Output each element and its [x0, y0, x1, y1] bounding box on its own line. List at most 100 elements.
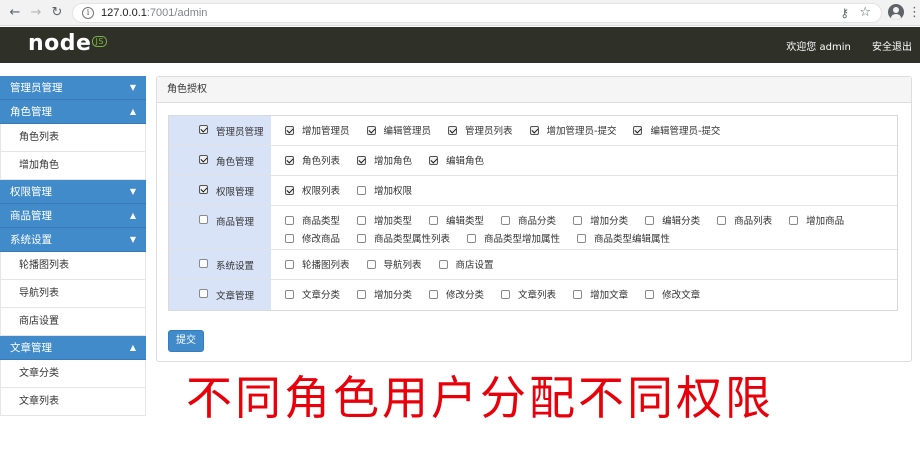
- site-info-icon[interactable]: i: [82, 7, 94, 19]
- permission-item[interactable]: 商品类型编辑属性: [577, 229, 670, 247]
- address-bar[interactable]: i 127.0.0.1:7001/admin ⚷ ☆: [72, 3, 882, 23]
- permission-category[interactable]: 权限管理: [169, 176, 271, 205]
- permission-item[interactable]: 修改商品: [285, 229, 340, 247]
- permission-item[interactable]: 商品类型属性列表: [357, 229, 450, 247]
- permission-category[interactable]: 管理员管理: [169, 116, 271, 145]
- category-checkbox[interactable]: [199, 215, 208, 224]
- sidebar-item[interactable]: 商店设置: [0, 308, 146, 336]
- permission-item[interactable]: 修改文章: [645, 285, 700, 303]
- permission-item[interactable]: 商品类型增加属性: [467, 229, 560, 247]
- permission-item[interactable]: 增加类型: [357, 211, 412, 229]
- permission-item[interactable]: 增加文章: [573, 285, 628, 303]
- sidebar-group-header[interactable]: 权限管理 ▼: [0, 180, 146, 204]
- permission-category[interactable]: 文章管理: [169, 280, 271, 310]
- permission-item[interactable]: 编辑角色: [429, 151, 484, 169]
- permission-item[interactable]: 增加管理员: [285, 121, 350, 139]
- submit-button[interactable]: 提交: [168, 330, 204, 352]
- sidebar-item[interactable]: 导航列表: [0, 280, 146, 308]
- permission-item[interactable]: 增加角色: [357, 151, 412, 169]
- permission-checkbox[interactable]: [285, 215, 294, 225]
- permission-item[interactable]: 角色列表: [285, 151, 340, 169]
- permission-item[interactable]: 增加管理员-提交: [529, 121, 616, 139]
- permission-item[interactable]: 增加商品: [789, 211, 844, 229]
- permission-checkbox[interactable]: [438, 259, 448, 269]
- permission-item[interactable]: 商品列表: [717, 211, 772, 229]
- permission-item[interactable]: 管理员列表: [448, 121, 513, 139]
- category-checkbox[interactable]: [199, 185, 208, 194]
- sidebar-item[interactable]: 文章分类: [0, 360, 146, 388]
- permission-checkbox[interactable]: [285, 185, 294, 195]
- permission-checkbox[interactable]: [357, 185, 367, 195]
- permission-checkbox[interactable]: [357, 215, 367, 225]
- permission-checkbox[interactable]: [577, 233, 587, 243]
- permission-checkbox[interactable]: [285, 233, 294, 243]
- sidebar-group-header[interactable]: 商品管理 ▲: [0, 204, 146, 228]
- permission-checkbox[interactable]: [448, 125, 458, 135]
- permission-item[interactable]: 增加权限: [357, 181, 412, 199]
- sidebar-group-header[interactable]: 管理员管理 ▼: [0, 76, 146, 100]
- key-icon[interactable]: ⚷: [840, 6, 849, 20]
- permission-item[interactable]: 编辑管理员-提交: [633, 121, 720, 139]
- permission-item[interactable]: 文章分类: [285, 285, 340, 303]
- permission-checkbox[interactable]: [429, 215, 439, 225]
- category-checkbox[interactable]: [199, 259, 208, 268]
- permission-category[interactable]: 角色管理: [169, 146, 271, 175]
- permission-checkbox[interactable]: [573, 289, 583, 299]
- permission-item[interactable]: 商品分类: [501, 211, 556, 229]
- permission-item[interactable]: 文章列表: [501, 285, 556, 303]
- category-checkbox[interactable]: [199, 289, 208, 298]
- permission-checkbox[interactable]: [645, 289, 655, 299]
- permission-item[interactable]: 权限列表: [285, 181, 340, 199]
- permission-checkbox[interactable]: [285, 125, 294, 135]
- reload-icon[interactable]: ↻: [48, 4, 66, 22]
- permission-category[interactable]: 系统设置: [169, 250, 271, 279]
- permission-item[interactable]: 导航列表: [366, 255, 422, 273]
- permission-checkbox[interactable]: [366, 125, 376, 135]
- permission-checkbox[interactable]: [285, 259, 294, 269]
- logout-link[interactable]: 安全退出: [872, 42, 912, 53]
- permission-category[interactable]: 商品管理: [169, 206, 271, 249]
- permission-item[interactable]: 轮播图列表: [285, 255, 350, 273]
- permission-checkbox[interactable]: [501, 289, 511, 299]
- node-js-logo[interactable]: node JS: [28, 31, 107, 56]
- permission-checkbox[interactable]: [467, 233, 477, 243]
- permission-checkbox[interactable]: [357, 289, 367, 299]
- permission-checkbox[interactable]: [645, 215, 655, 225]
- sidebar-group-header[interactable]: 文章管理 ▲: [0, 336, 146, 360]
- sidebar-group-header[interactable]: 角色管理 ▲: [0, 100, 146, 124]
- category-checkbox[interactable]: [199, 155, 208, 164]
- permission-item[interactable]: 编辑管理员: [366, 121, 431, 139]
- permission-item[interactable]: 修改分类: [429, 285, 484, 303]
- back-arrow-icon[interactable]: ←: [6, 4, 24, 22]
- sidebar-item[interactable]: 增加角色: [0, 152, 146, 180]
- account-icon[interactable]: [888, 4, 904, 20]
- permission-checkbox[interactable]: [429, 289, 439, 299]
- permission-checkbox[interactable]: [529, 125, 539, 135]
- permission-item[interactable]: 编辑分类: [645, 211, 700, 229]
- permission-item[interactable]: 编辑类型: [429, 211, 484, 229]
- permission-item[interactable]: 增加分类: [357, 285, 412, 303]
- sidebar-group-header[interactable]: 系统设置 ▼: [0, 228, 146, 252]
- permission-checkbox[interactable]: [501, 215, 511, 225]
- permission-checkbox[interactable]: [357, 155, 367, 165]
- sidebar-item[interactable]: 轮播图列表: [0, 252, 146, 280]
- permission-item[interactable]: 增加分类: [573, 211, 628, 229]
- permission-checkbox[interactable]: [789, 215, 799, 225]
- star-icon[interactable]: ☆: [859, 5, 871, 20]
- sidebar-item[interactable]: 角色列表: [0, 124, 146, 152]
- permission-item[interactable]: 商品类型: [285, 211, 340, 229]
- category-checkbox[interactable]: [199, 125, 208, 134]
- permission-item[interactable]: 商店设置: [438, 255, 494, 273]
- permission-checkbox[interactable]: [357, 233, 367, 243]
- url-text[interactable]: 127.0.0.1:7001/admin: [101, 7, 207, 19]
- permission-checkbox[interactable]: [429, 155, 439, 165]
- permission-checkbox[interactable]: [573, 215, 583, 225]
- kebab-menu-icon[interactable]: ⋮: [908, 4, 920, 22]
- permission-checkbox[interactable]: [285, 289, 294, 299]
- permission-checkbox[interactable]: [285, 155, 294, 165]
- permission-checkbox[interactable]: [717, 215, 727, 225]
- forward-arrow-icon[interactable]: →: [27, 4, 45, 22]
- permission-checkbox[interactable]: [633, 125, 643, 135]
- permission-checkbox[interactable]: [366, 259, 376, 269]
- sidebar-item[interactable]: 文章列表: [0, 388, 146, 416]
